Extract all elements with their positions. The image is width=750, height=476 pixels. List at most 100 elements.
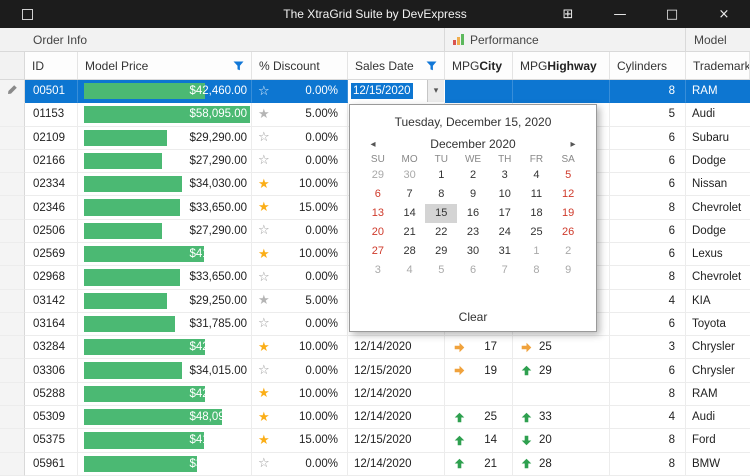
cell-discount[interactable]: ★ 15.00% (252, 429, 348, 453)
calendar-day[interactable]: 16 (457, 204, 489, 223)
calendar-day[interactable]: 1 (425, 166, 457, 185)
cell-id[interactable]: 03142 (25, 289, 78, 313)
cell-trademark[interactable]: Nissan (686, 173, 750, 197)
cell-sales-date[interactable]: 12/14/2020 (348, 405, 445, 430)
calendar-day[interactable]: 5 (425, 261, 457, 280)
view-layout-button[interactable]: ⊞ (542, 0, 594, 28)
cell-id[interactable]: 05288 (25, 382, 78, 406)
cell-trademark[interactable]: Audi (686, 406, 750, 430)
calendar-day[interactable]: 1 (521, 242, 553, 261)
cell-id[interactable]: 02968 (25, 266, 78, 290)
calendar-day[interactable]: 22 (425, 223, 457, 242)
cell-cylinders[interactable]: 6 (610, 126, 686, 150)
cell-mpg-highway[interactable] (513, 382, 610, 406)
cell-model-price[interactable]: $31,785.00 (78, 312, 252, 337)
calendar-day[interactable]: 18 (521, 204, 553, 223)
calendar-day[interactable]: 8 (521, 261, 553, 280)
calendar-day[interactable]: 8 (425, 185, 457, 204)
cell-model-price[interactable]: $33,650.00 (78, 196, 252, 220)
column-header-sales-date[interactable]: Sales Date (348, 52, 445, 79)
cell-cylinders[interactable]: 4 (610, 289, 686, 313)
column-header-cylinders[interactable]: Cylinders (610, 52, 686, 79)
cell-trademark[interactable]: BMW (686, 453, 750, 476)
cell-mpg-highway[interactable]: 20 (513, 429, 610, 453)
calendar-day[interactable]: 20 (362, 223, 394, 242)
calendar-day[interactable]: 3 (489, 166, 521, 185)
cell-model-price[interactable]: $33,650.00 (78, 266, 252, 290)
cell-discount[interactable]: ☆ 0.00% (252, 149, 348, 174)
cell-discount[interactable]: ★ 15.00% (252, 196, 348, 220)
calendar-day[interactable]: 31 (489, 242, 521, 261)
cell-id[interactable]: 01153 (25, 103, 78, 127)
calendar-day[interactable]: 19 (552, 204, 584, 223)
cell-id[interactable]: 02569 (25, 242, 78, 267)
cell-discount[interactable]: ☆ 0.00% (252, 266, 348, 290)
table-row[interactable]: 03306 $34,015.00 ☆ 0.00% 12/15/2020 19 29 6 Chry… (0, 359, 750, 383)
cell-cylinders[interactable]: 8 (610, 196, 686, 220)
calendar-day[interactable]: 12 (552, 185, 584, 204)
calendar-day[interactable]: 30 (394, 166, 426, 185)
cell-discount[interactable]: ★ 5.00% (252, 289, 348, 313)
cell-id[interactable]: 00501 (25, 80, 78, 104)
cell-trademark[interactable]: RAM (686, 80, 750, 103)
date-editor[interactable]: 12/15/2020 ▾ (348, 80, 445, 104)
cell-cylinders[interactable]: 6 (610, 242, 686, 267)
cell-model-price[interactable]: $41,600.00 (78, 429, 252, 453)
cell-cylinders[interactable]: 8 (610, 429, 686, 453)
cell-model-price[interactable]: $34,030.00 (78, 173, 252, 197)
column-header-id[interactable]: ID (25, 52, 78, 79)
calendar-day[interactable]: 27 (362, 242, 394, 261)
table-row[interactable]: 05961 $39,775.00 ☆ 0.00% 12/14/2020 21 28 8 BMW (0, 452, 750, 476)
calendar-next-icon[interactable]: ▸ (566, 139, 580, 150)
calendar-day[interactable]: 9 (457, 185, 489, 204)
calendar-clear-button[interactable]: Clear (350, 310, 596, 324)
maximize-button[interactable]: □ (646, 0, 698, 28)
cell-discount[interactable]: ☆ 0.00% (252, 126, 348, 150)
cell-mpg-highway[interactable]: 28 (513, 452, 610, 476)
calendar-day[interactable]: 23 (457, 223, 489, 242)
filter-icon[interactable] (233, 61, 244, 71)
cell-model-price[interactable]: $27,290.00 (78, 219, 252, 243)
calendar-day[interactable]: 2 (457, 166, 489, 185)
band-model[interactable]: Model (686, 28, 750, 51)
cell-trademark[interactable]: Dodge (686, 220, 750, 243)
cell-cylinders[interactable]: 6 (610, 173, 686, 197)
cell-id[interactable]: 02506 (25, 219, 78, 243)
calendar-day[interactable]: 11 (521, 185, 553, 204)
cell-mpg-highway[interactable]: 33 (513, 405, 610, 430)
cell-cylinders[interactable]: 8 (610, 382, 686, 406)
cell-mpg-city[interactable] (445, 382, 513, 406)
calendar-day[interactable]: 29 (362, 166, 394, 185)
cell-trademark[interactable]: Subaru (686, 127, 750, 150)
band-performance[interactable]: Performance (445, 28, 686, 51)
cell-trademark[interactable]: Chevrolet (686, 266, 750, 290)
cell-trademark[interactable]: Lexus (686, 243, 750, 267)
cell-id[interactable]: 02166 (25, 149, 78, 174)
cell-discount[interactable]: ★ 10.00% (252, 405, 348, 430)
cell-discount[interactable]: ★ 5.00% (252, 103, 348, 127)
cell-model-price[interactable]: $58,095.00 (78, 103, 252, 127)
calendar-day[interactable]: 6 (362, 185, 394, 204)
minimize-button[interactable]: — (594, 0, 646, 28)
cell-mpg-city[interactable]: 14 (445, 429, 513, 453)
calendar-prev-icon[interactable]: ◂ (366, 139, 380, 150)
cell-discount[interactable]: ☆ 0.00% (252, 312, 348, 337)
cell-trademark[interactable]: Toyota (686, 313, 750, 337)
cell-trademark[interactable]: Ford (686, 429, 750, 453)
calendar-day[interactable]: 4 (521, 166, 553, 185)
cell-cylinders[interactable]: 8 (610, 452, 686, 476)
cell-mpg-highway[interactable] (513, 80, 610, 104)
cell-trademark[interactable]: Audi (686, 103, 750, 127)
cell-id[interactable]: 05961 (25, 452, 78, 476)
calendar-day[interactable]: 14 (394, 204, 426, 223)
cell-discount[interactable]: ☆ 0.00% (252, 359, 348, 383)
cell-id[interactable]: 02334 (25, 173, 78, 197)
cell-discount[interactable]: ★ 10.00% (252, 382, 348, 406)
table-row[interactable]: 05288 $42,460.00 ★ 10.00% 12/14/2020 8 RAM (0, 382, 750, 406)
column-header-model-price[interactable]: Model Price (78, 52, 252, 79)
calendar-day[interactable]: 30 (457, 242, 489, 261)
close-button[interactable]: × (698, 0, 750, 28)
calendar-day[interactable]: 29 (425, 242, 457, 261)
cell-mpg-city[interactable]: 19 (445, 359, 513, 383)
cell-mpg-city[interactable]: 25 (445, 405, 513, 430)
